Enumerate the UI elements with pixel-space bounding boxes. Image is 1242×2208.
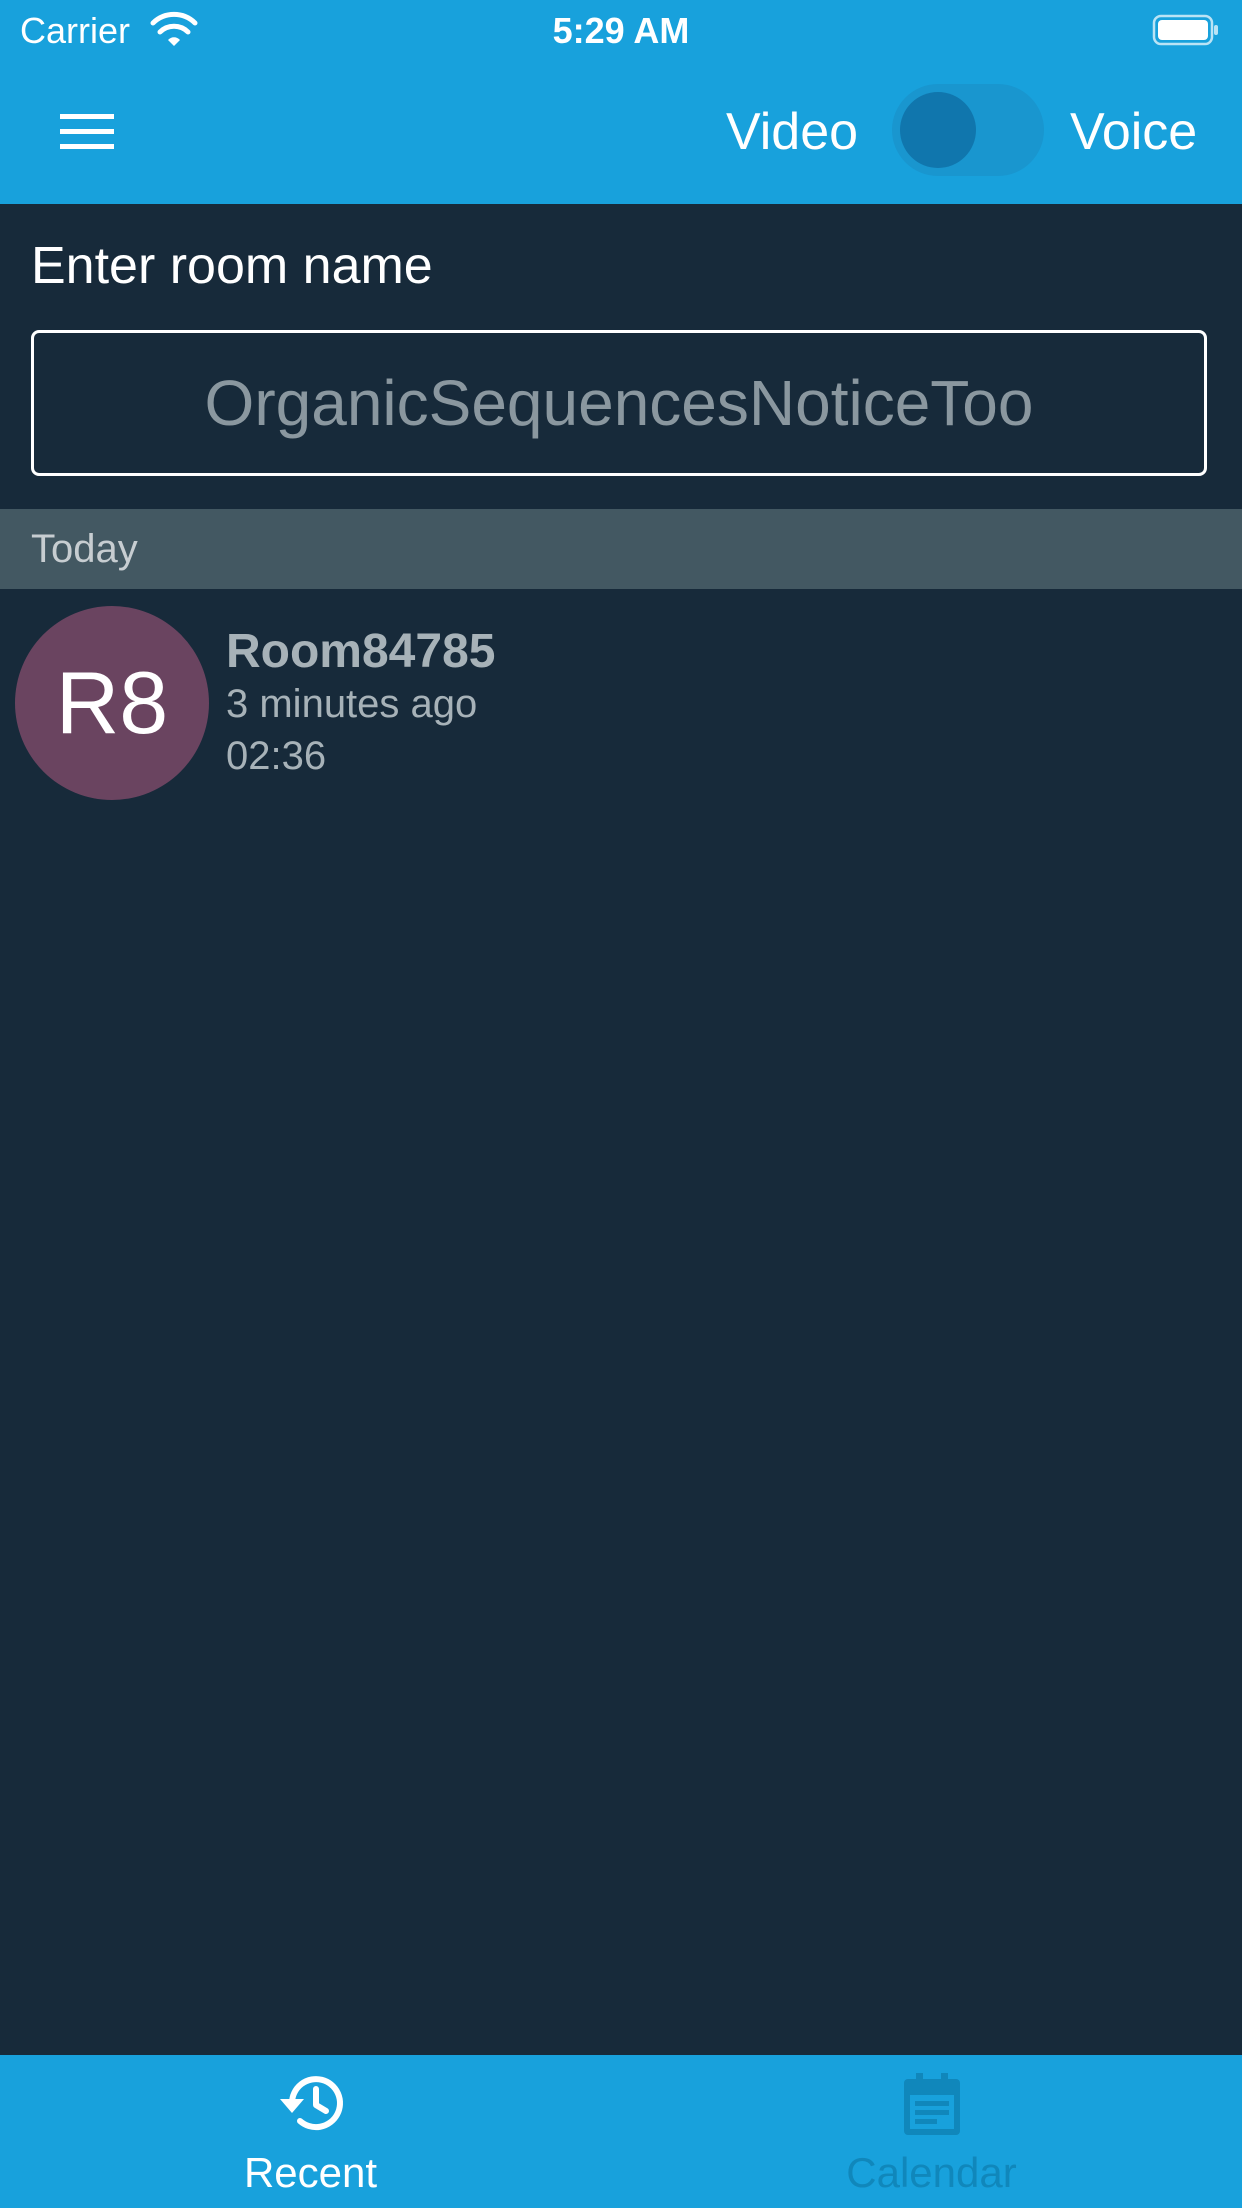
section-header-label: Today <box>31 527 138 571</box>
room-duration: 02:36 <box>226 734 327 778</box>
bottom-tab-bar: Recent Calendar <box>0 2055 1242 2208</box>
status-bar: Carrier 5:29 AM <box>0 0 1242 62</box>
tab-calendar[interactable]: Calendar <box>621 2055 1242 2208</box>
history-icon <box>0 2073 621 2133</box>
hamburger-menu-icon[interactable] <box>52 102 122 162</box>
top-nav-bar: Video Voice <box>0 62 1242 204</box>
calendar-icon <box>621 2073 1242 2137</box>
room-title: Room84785 <box>226 625 496 678</box>
room-name-input[interactable] <box>31 330 1207 476</box>
status-time: 5:29 AM <box>552 10 690 51</box>
avatar: R8 <box>15 606 209 800</box>
tab-calendar-label: Calendar <box>846 2149 1017 2196</box>
voice-label: Voice <box>1070 103 1198 161</box>
room-name-label: Enter room name <box>31 237 433 295</box>
toggle-knob <box>900 92 976 168</box>
section-header-today: Today <box>0 509 1242 589</box>
tab-recent[interactable]: Recent <box>0 2055 621 2208</box>
battery-icon <box>1152 14 1220 46</box>
room-time-ago: 3 minutes ago <box>226 682 478 726</box>
tab-recent-label: Recent <box>243 2149 378 2196</box>
video-label: Video <box>726 103 859 161</box>
recent-room-item[interactable]: R8 Room84785 3 minutes ago 02:36 <box>0 600 1242 805</box>
video-voice-toggle[interactable] <box>892 84 1044 176</box>
